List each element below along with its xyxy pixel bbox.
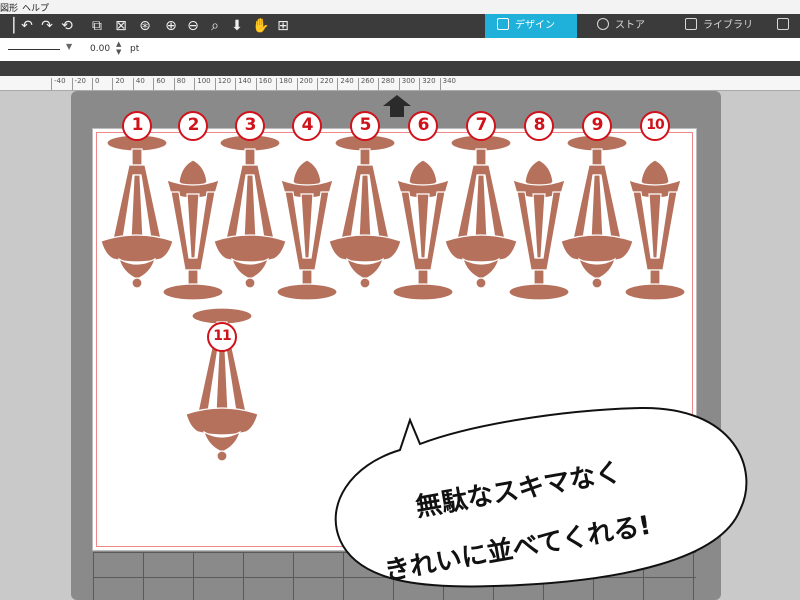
- speech-bubble: 無駄なスキマなく きれいに並べてくれる!: [334, 406, 748, 588]
